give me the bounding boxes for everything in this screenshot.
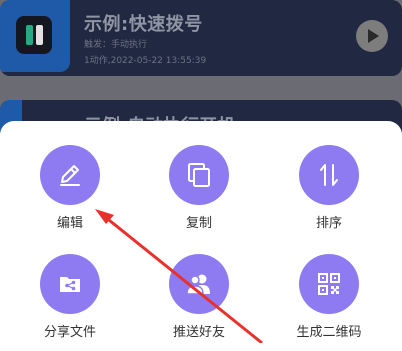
send-to-friend-label: 推送好友 — [172, 325, 225, 340]
sort-action[interactable]: 排序 — [284, 145, 374, 233]
edit-button[interactable] — [40, 145, 100, 205]
send-to-friend-action[interactable]: 推送好友 — [154, 254, 244, 342]
copy-button[interactable] — [169, 145, 229, 205]
generate-qr-action[interactable]: 生成二维码 — [284, 254, 374, 342]
task-card-quick-dial[interactable]: 示例:快速拨号 触发：手动执行 1动作,2022-05-22 13:55:39 — [0, 0, 402, 76]
copy-label: 复制 — [185, 216, 212, 231]
edit-action[interactable]: 编辑 — [25, 145, 115, 233]
sort-arrows-icon — [320, 164, 338, 186]
generate-qr-label: 生成二维码 — [296, 325, 362, 340]
sort-button[interactable] — [299, 145, 359, 205]
card-meta-text: 1动作,2022-05-22 13:55:39 — [84, 56, 207, 66]
share-file-action[interactable]: 分享文件 — [25, 254, 115, 342]
card-title: 示例:快速拨号 — [84, 14, 203, 35]
share-file-icon — [60, 277, 80, 292]
send-to-friend-button[interactable] — [169, 254, 229, 314]
pencil-icon — [60, 165, 80, 186]
generate-qr-button[interactable] — [299, 254, 359, 314]
share-file-button[interactable] — [40, 254, 100, 314]
sort-label: 排序 — [315, 216, 342, 231]
copy-icon — [188, 163, 210, 187]
copy-action[interactable]: 复制 — [154, 145, 244, 233]
action-sheet: 编辑 复制 排序 分享文件 推送好友 生成二维码 — [0, 121, 402, 351]
app-icon — [16, 16, 52, 54]
contacts-icon — [186, 274, 210, 295]
qr-code-icon — [318, 273, 340, 295]
card-trigger-text: 触发：手动执行 — [84, 40, 148, 50]
edit-label: 编辑 — [56, 216, 83, 231]
play-button[interactable] — [356, 20, 388, 52]
share-file-label: 分享文件 — [43, 325, 96, 340]
card-thumbnail — [0, 0, 70, 72]
